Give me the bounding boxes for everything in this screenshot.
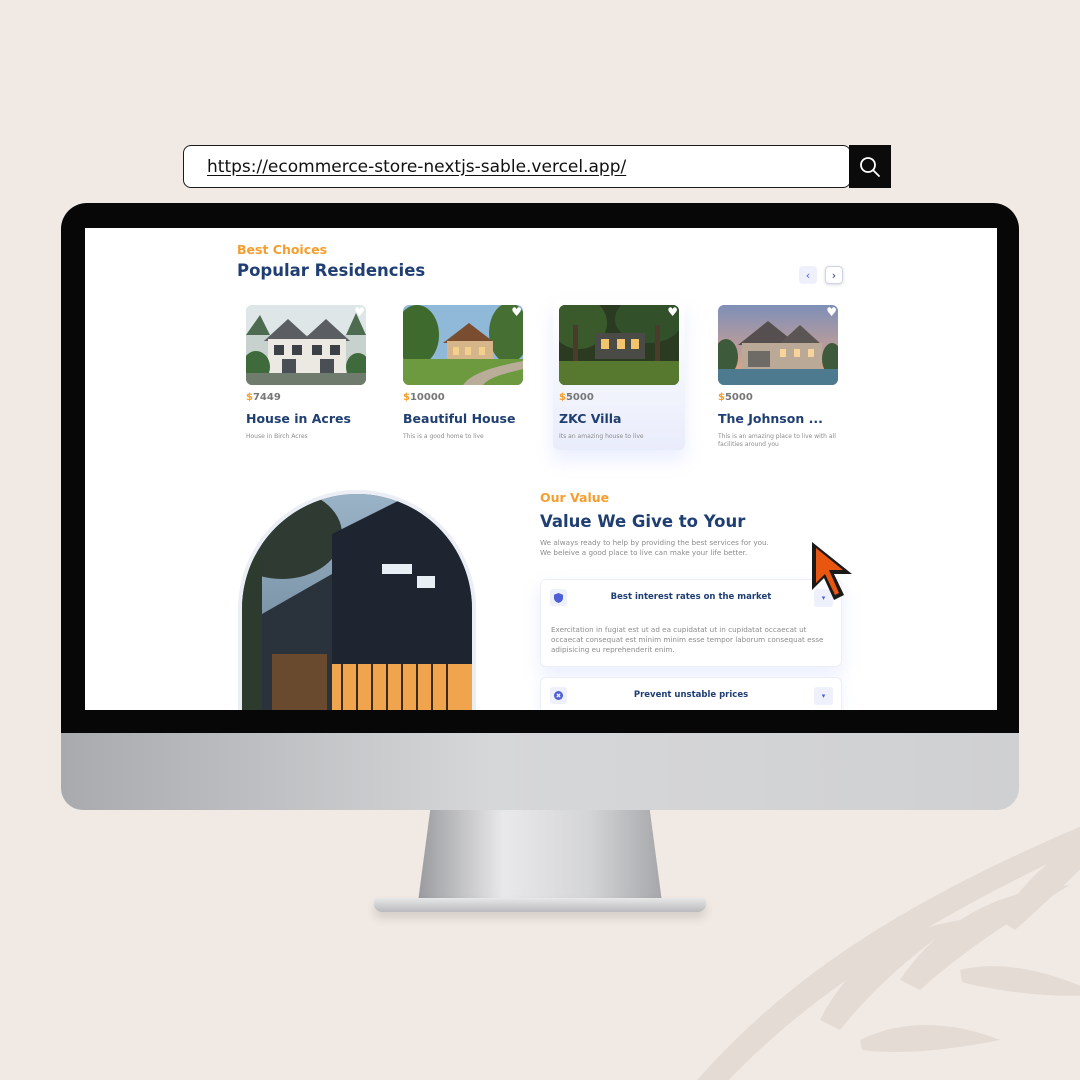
residency-photo: [403, 305, 523, 385]
card-price: $10000: [403, 392, 445, 403]
accordion-title: Best interest rates on the market: [610, 592, 772, 602]
residency-card-active[interactable]: ♥ $5000 ZKC Villa Its an amazing house t…: [553, 300, 685, 450]
price-value: 5000: [724, 392, 753, 403]
card-price: $7449: [246, 392, 281, 403]
card-title: ZKC Villa: [559, 411, 622, 426]
value-description-line: We always ready to help by providing the…: [540, 538, 769, 547]
card-description: This is an amazing place to live with al…: [718, 433, 836, 448]
heart-icon[interactable]: ♥: [354, 305, 365, 319]
search-icon: [860, 156, 880, 177]
currency-symbol: $: [403, 392, 410, 403]
value-heading: Value We Give to Your: [540, 512, 746, 531]
chevron-left-icon: ‹: [805, 268, 811, 282]
value-description-line: We beleive a good place to live can make…: [540, 548, 748, 557]
price-value: 7449: [252, 392, 281, 403]
residency-card[interactable]: ♥ $10000 Beautiful House This is a good …: [397, 300, 529, 450]
next-slide-button[interactable]: ›: [825, 266, 843, 284]
residency-photo: [718, 305, 838, 385]
chevron-down-icon[interactable]: ▾: [814, 687, 833, 705]
residency-card[interactable]: ♥ $5000 The Johnson ... This is an amazi…: [712, 300, 844, 450]
accordion-body: Exercitation in fugiat est ut ad ea cupi…: [551, 625, 824, 654]
heart-icon[interactable]: ♥: [667, 305, 678, 319]
url-bar: https://ecommerce-store-nextjs-sable.ver…: [183, 145, 891, 188]
currency-symbol: $: [718, 392, 725, 403]
url-input[interactable]: https://ecommerce-store-nextjs-sable.ver…: [183, 145, 851, 188]
heart-icon[interactable]: ♥: [826, 305, 837, 319]
monitor-stand: [418, 810, 662, 902]
card-description: This is a good home to live: [403, 433, 484, 440]
value-eyebrow: Our Value: [540, 490, 610, 505]
card-title: Beautiful House: [403, 411, 516, 426]
residency-photo: [559, 305, 679, 385]
monitor-chin: [61, 733, 1019, 810]
accordion-item-unstable-prices[interactable]: Prevent unstable prices ▾: [540, 677, 842, 710]
price-value: 10000: [409, 392, 445, 403]
price-value: 5000: [565, 392, 594, 403]
heart-icon[interactable]: ♥: [511, 305, 522, 319]
search-button[interactable]: [849, 145, 891, 188]
prev-slide-button[interactable]: ‹: [799, 266, 817, 284]
chevron-right-icon: ›: [831, 268, 837, 282]
currency-symbol: $: [246, 392, 253, 403]
residency-photo: [246, 305, 366, 385]
card-price: $5000: [559, 392, 594, 403]
accordion-title: Prevent unstable prices: [633, 690, 749, 700]
card-description: Its an amazing house to live: [559, 433, 644, 440]
website-screen: Best Choices Popular Residencies ‹ › ♥ $…: [85, 228, 997, 710]
residencies-eyebrow: Best Choices: [237, 242, 328, 257]
cancel-icon: [550, 687, 567, 704]
monitor-stand-base: [374, 898, 706, 912]
residencies-heading: Popular Residencies: [237, 261, 426, 280]
card-title: House in Acres: [246, 411, 351, 426]
accordion-item-interest-rates[interactable]: Best interest rates on the market ▾ Exer…: [540, 579, 842, 667]
card-price: $5000: [718, 392, 753, 403]
residency-card[interactable]: ♥ $7449 House in Acres House in Birch Ac…: [240, 300, 372, 450]
value-description: We always ready to help by providing the…: [540, 538, 810, 558]
value-hero-image: [238, 490, 476, 710]
card-description: House in Birch Acres: [246, 433, 308, 440]
card-title: The Johnson ...: [718, 411, 823, 426]
mouse-cursor-icon: [812, 542, 852, 600]
shield-icon: [550, 589, 567, 606]
currency-symbol: $: [559, 392, 566, 403]
